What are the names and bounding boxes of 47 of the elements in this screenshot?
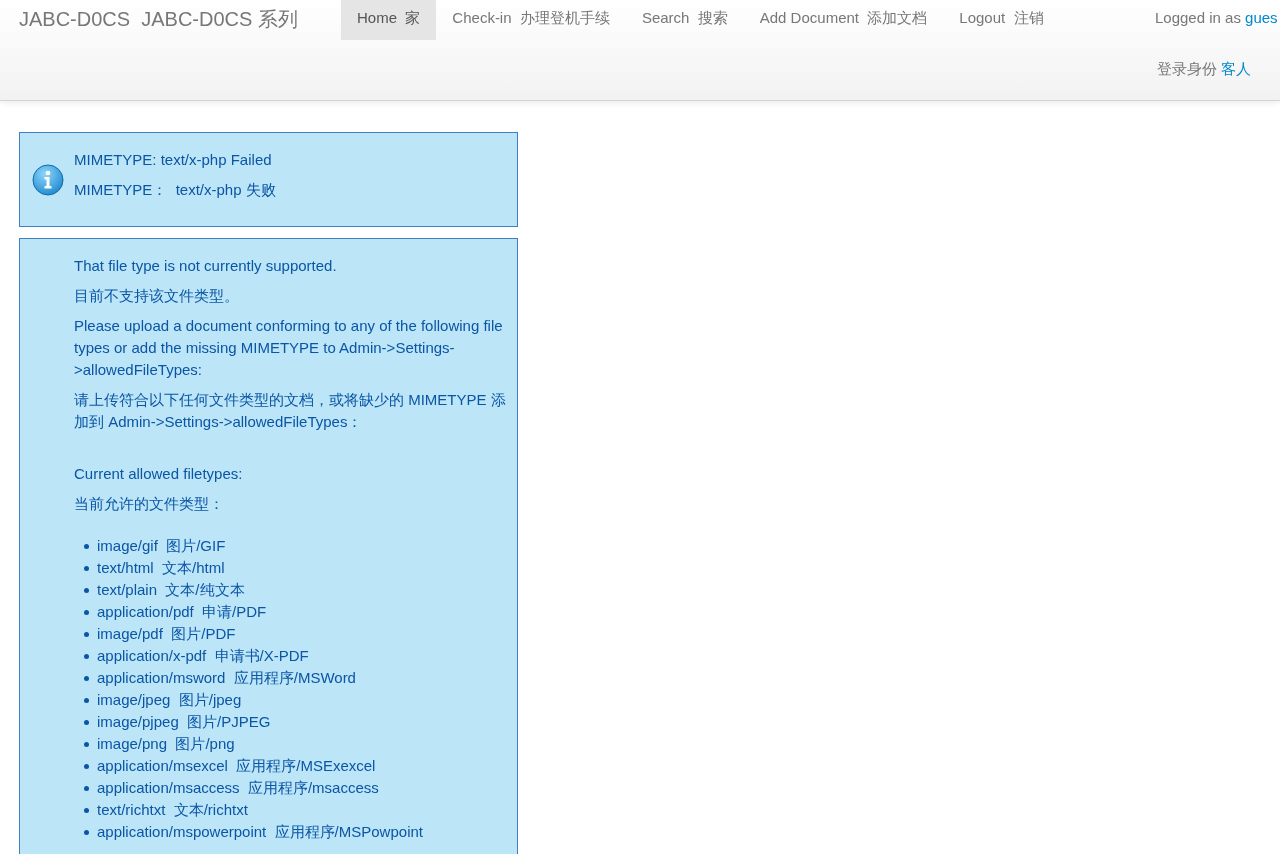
bullet-icon bbox=[84, 587, 89, 593]
message-text: image/gif 图片/GIF bbox=[97, 536, 226, 556]
message-text: 请上传符合以下任何文件类型的文档，或将缺少的 MIMETYPE 添加到 Admin->Settings->allowedFileTypes： bbox=[74, 390, 507, 432]
nav-link[interactable]: Home 家 bbox=[341, 0, 437, 40]
bullet-icon bbox=[84, 829, 89, 835]
message-text: image/pjpeg 图片/PJPEG bbox=[97, 712, 271, 732]
message-text: text/html 文本/html bbox=[97, 558, 225, 578]
message-text: MIMETYPE： text/x-php 失败 bbox=[74, 180, 277, 200]
message-text: MIMETYPE: text/x-php Failed bbox=[74, 150, 273, 170]
bullet-icon bbox=[84, 719, 89, 725]
bullet-icon bbox=[84, 609, 89, 615]
user-link[interactable]: 客人 bbox=[1221, 60, 1251, 78]
nav-link[interactable]: Check-in 办理登机手续 bbox=[436, 0, 626, 40]
bullet-icon bbox=[84, 763, 89, 769]
message-text: application/msexcel 应用程序/MSExexcel bbox=[97, 756, 376, 776]
user-label: 登录身份 bbox=[1156, 60, 1218, 78]
message-text: application/msword 应用程序/MSWord bbox=[97, 668, 356, 688]
user-link[interactable]: gues bbox=[1245, 9, 1278, 27]
message-text: text/richtxt 文本/richtxt bbox=[97, 800, 248, 820]
bullet-icon bbox=[84, 653, 89, 659]
bullet-icon bbox=[84, 807, 89, 813]
bullet-icon bbox=[84, 785, 89, 791]
bullet-icon bbox=[84, 565, 89, 571]
message-text: application/msaccess 应用程序/msaccess bbox=[97, 778, 379, 798]
bullet-icon bbox=[84, 697, 89, 703]
message-text: Please upload a document conforming to any of the following file types or add the missing MIMETYPE to Admin->Settings->allowedFileTypes: bbox=[74, 316, 504, 380]
info-icon bbox=[32, 164, 64, 196]
bullet-icon bbox=[84, 631, 89, 637]
message-text: 目前不支持该文件类型。 bbox=[74, 286, 240, 306]
bullet-icon bbox=[84, 543, 89, 549]
message-text: text/plain 文本/纯文本 bbox=[97, 580, 245, 600]
bullet-icon bbox=[84, 741, 89, 747]
nav-link[interactable]: Search 搜索 bbox=[625, 0, 744, 40]
site-title[interactable]: JABC-D0CS JABC-D0CS 系列 bbox=[19, 7, 341, 31]
bullet-icon bbox=[84, 675, 89, 681]
nav-link[interactable]: Add Document 添加文档 bbox=[743, 0, 944, 40]
message-text: That file type is not currently supported. bbox=[74, 256, 338, 276]
nav-link[interactable]: Logout 注销 bbox=[943, 0, 1060, 40]
message-text: application/x-pdf 申请书/X-PDF bbox=[97, 646, 309, 666]
message-text: image/png 图片/png bbox=[97, 734, 235, 754]
message-text: Current allowed filetypes: bbox=[74, 464, 244, 484]
user-label: Logged in as bbox=[1155, 9, 1242, 27]
message-text: image/pdf 图片/PDF bbox=[97, 624, 236, 644]
message-text: image/jpeg 图片/jpeg bbox=[97, 690, 242, 710]
message-text: application/mspowerpoint 应用程序/MSPowpoint bbox=[97, 822, 423, 842]
message-text: application/pdf 申请/PDF bbox=[97, 602, 267, 622]
message-text: 当前允许的文件类型： bbox=[74, 494, 225, 514]
